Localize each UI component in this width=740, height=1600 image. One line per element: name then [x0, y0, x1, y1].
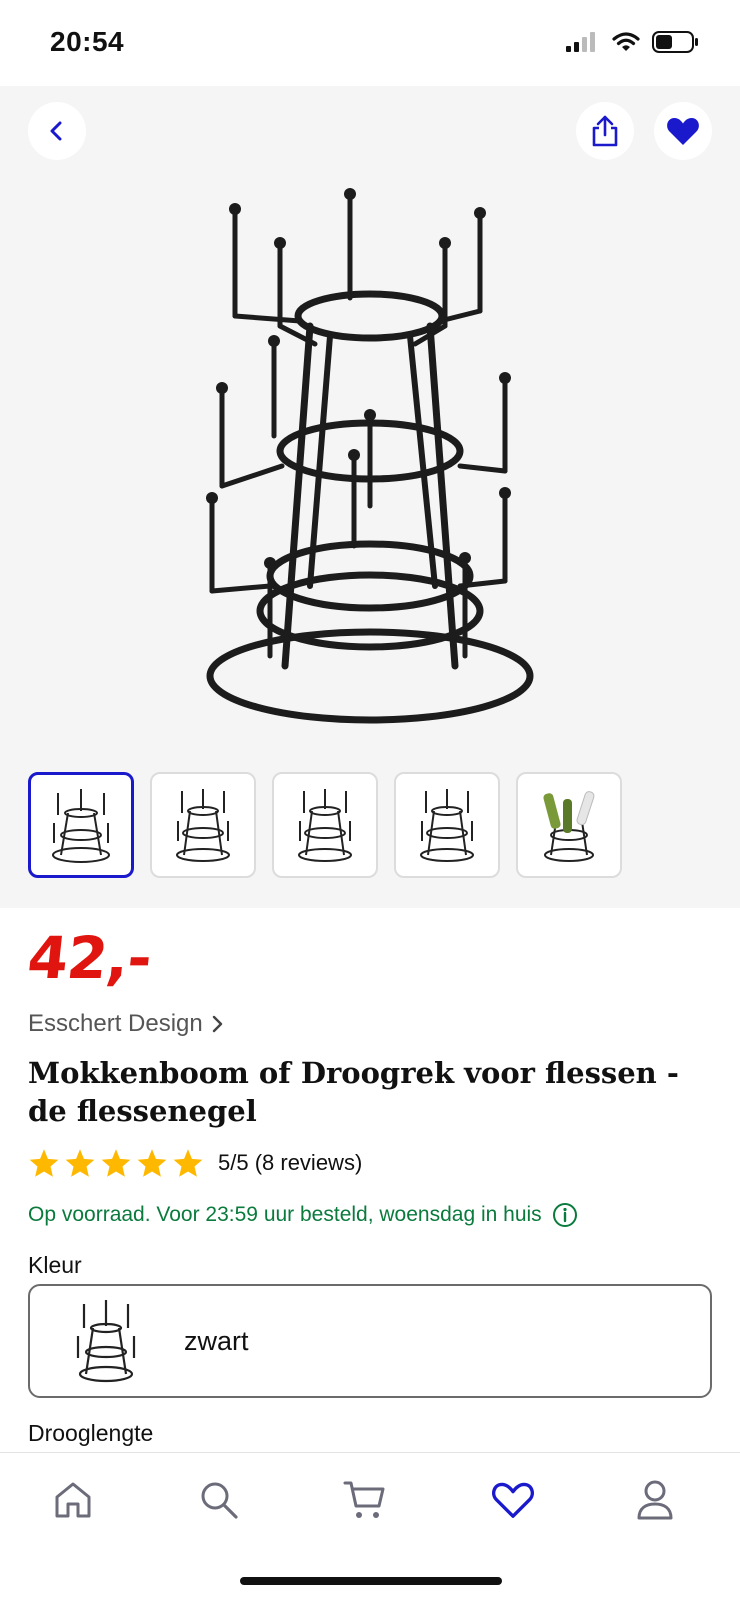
thumbnail-image [52, 789, 110, 863]
nav-search[interactable] [194, 1475, 244, 1525]
product-price: 42,- [24, 924, 155, 992]
brand-link[interactable]: Esschert Design [28, 1010, 225, 1038]
thumbnail-4[interactable] [394, 772, 500, 878]
star-icon [137, 1149, 167, 1177]
info-icon[interactable] [552, 1202, 578, 1228]
status-bar: 20:54 [0, 0, 740, 86]
account-icon [637, 1480, 673, 1520]
length-label: Drooglengte [28, 1420, 154, 1446]
color-label: Kleur [28, 1252, 82, 1278]
bottom-navigation [0, 1452, 740, 1600]
thumbnail-image [298, 789, 352, 862]
back-icon [50, 121, 62, 141]
color-value: zwart [184, 1325, 249, 1356]
product-title: Mokkenboom of Droogrek voor flessen - de… [28, 1056, 679, 1128]
thumbnail-2[interactable] [150, 772, 256, 878]
thumbnail-image [420, 789, 474, 862]
battery-icon [652, 31, 698, 53]
stock-text: Op voorraad. Voor 23:59 uur besteld, woe… [28, 1203, 542, 1226]
signal-icon [566, 32, 595, 52]
home-icon [55, 1482, 91, 1518]
thumbnail-1[interactable] [28, 772, 134, 878]
product-gallery[interactable] [0, 86, 740, 908]
thumbnail-3[interactable] [272, 772, 378, 878]
cart-icon [343, 1481, 385, 1518]
rating-text: 5/5 (8 reviews) [218, 1150, 363, 1175]
brand-name: Esschert Design [28, 1010, 203, 1037]
wifi-icon [612, 32, 640, 51]
thumbnail-image [543, 791, 595, 862]
heart-icon [667, 118, 699, 145]
home-indicator [240, 1577, 502, 1585]
star-icon [65, 1149, 95, 1177]
thumbnail-strip [28, 772, 622, 878]
chevron-right-icon [212, 1015, 222, 1033]
share-icon [592, 115, 618, 147]
back-button[interactable] [28, 102, 86, 160]
product-main-image[interactable] [190, 186, 550, 756]
rating[interactable]: 5/5 (8 reviews) [28, 1148, 362, 1178]
nav-account[interactable] [630, 1475, 680, 1525]
search-icon [201, 1482, 238, 1519]
status-time: 20:54 [50, 26, 125, 57]
star-icon [101, 1149, 131, 1177]
nav-favorites[interactable] [488, 1475, 538, 1525]
color-thumbnail [76, 1300, 136, 1383]
nav-home[interactable] [48, 1475, 98, 1525]
thumbnail-image [176, 789, 230, 862]
share-button[interactable] [576, 102, 634, 160]
color-selector[interactable]: zwart [28, 1284, 712, 1398]
status-icons [566, 30, 700, 54]
favorite-button[interactable] [654, 102, 712, 160]
thumbnail-5[interactable] [516, 772, 622, 878]
star-icon [173, 1149, 203, 1177]
stock-status: Op voorraad. Voor 23:59 uur besteld, woe… [28, 1202, 578, 1228]
star-icon [29, 1149, 59, 1177]
nav-cart[interactable] [340, 1475, 390, 1525]
heart-icon [492, 1482, 534, 1518]
